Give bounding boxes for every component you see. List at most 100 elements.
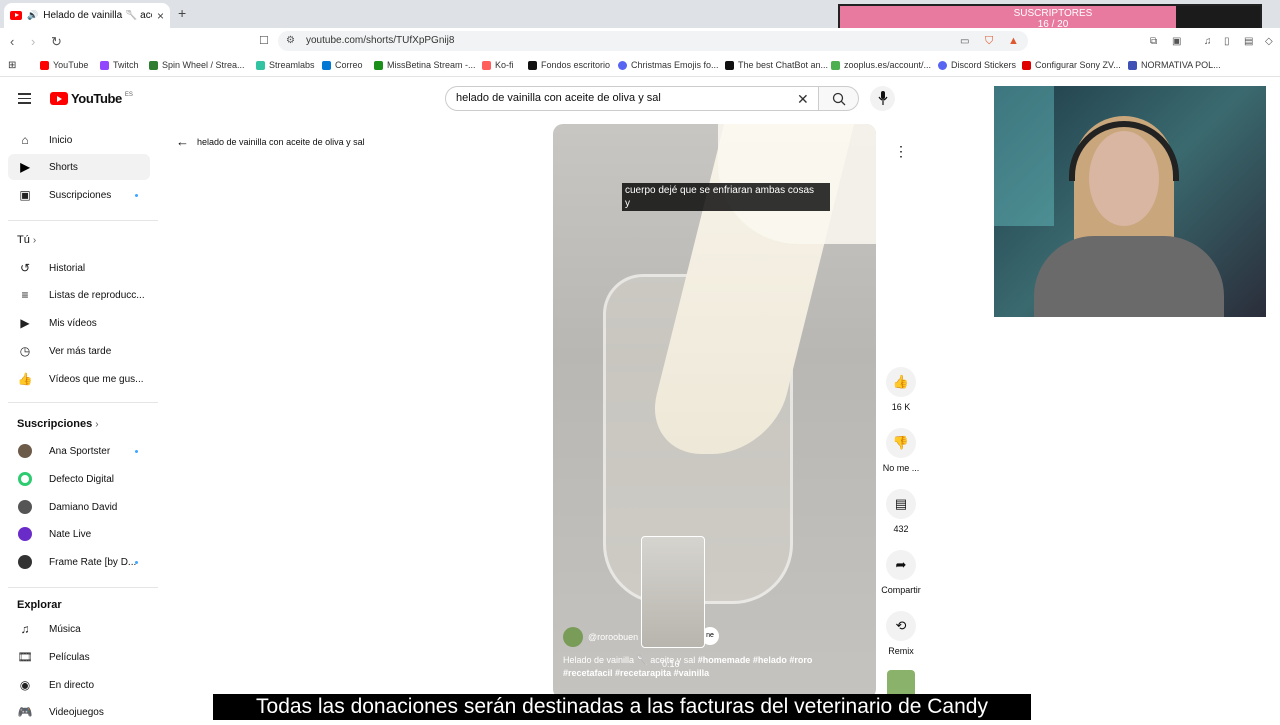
bookmark-sony[interactable]: Configurar Sony ZV...: [1022, 60, 1121, 70]
shorts-icon: ▶: [20, 160, 30, 174]
apps-grid-icon[interactable]: ⊞: [8, 60, 16, 71]
sidebar-item-videojuegos[interactable]: 🎮 Videojuegos: [8, 699, 150, 725]
sidebar-toggle-icon[interactable]: ▯: [1224, 36, 1230, 47]
more-options-button[interactable]: ⋮: [886, 137, 916, 167]
bookmark-icon[interactable]: ☐: [259, 34, 269, 47]
chevron-right-icon: ›: [95, 419, 99, 430]
dislike-button[interactable]: 👎 No me ...: [872, 428, 930, 473]
tab-title: Helado de vainilla 🥄 aceite: [43, 10, 152, 21]
sidebar-item-historial[interactable]: ↺ Historial: [8, 255, 150, 281]
short-video-player[interactable]: cuerpo dejé que se enfriaran ambas cosas…: [553, 124, 876, 699]
forward-arrow-icon[interactable]: ›: [31, 34, 35, 49]
remix-button[interactable]: ⟲ Remix: [872, 611, 930, 656]
avatar: [18, 500, 32, 514]
bookmarks-bar: ⊞ YouTube Twitch Spin Wheel / Strea... S…: [0, 55, 1280, 77]
search-input[interactable]: helado de vainilla con aceite de oliva y…: [456, 92, 661, 104]
channel-handle: @roroobuen: [588, 632, 639, 642]
cast-icon[interactable]: ▭: [960, 36, 969, 47]
kofi-icon: [482, 60, 491, 70]
subscription-nate-live[interactable]: Nate Live: [8, 521, 150, 547]
video-description[interactable]: Helado de vainilla 🥄 aceite y sal #homem…: [563, 654, 853, 680]
subscription-ana-sportster[interactable]: Ana Sportster: [8, 438, 150, 464]
subscription-defecto-digital[interactable]: Defecto Digital: [8, 466, 150, 492]
goal-label: SUSCRIPTORES: [1013, 8, 1093, 19]
browser-tab[interactable]: 🔊 Helado de vainilla 🥄 aceite ×: [4, 3, 170, 28]
comment-icon: ▤: [886, 489, 916, 519]
microphone-icon: [878, 91, 888, 105]
new-content-dot: [135, 449, 138, 453]
bookmark-spin-wheel[interactable]: Spin Wheel / Strea...: [149, 60, 245, 70]
bookmark-missbetina[interactable]: MissBetina Stream -...: [374, 60, 476, 70]
youtube-logo[interactable]: YouTube ES: [50, 91, 133, 106]
bookmark-streamlabs[interactable]: Streamlabs: [256, 60, 315, 70]
thumbs-down-icon: 👎: [886, 428, 916, 458]
sidebar-item-shorts[interactable]: ▶ Shorts: [8, 154, 150, 180]
bookmark-zooplus[interactable]: zooplus.es/account/...: [831, 60, 931, 70]
bookmark-normativa[interactable]: NORMATIVA POL...: [1128, 60, 1221, 70]
headphones-image: [1069, 121, 1179, 181]
sidebar-section-explore: Explorar: [17, 599, 62, 611]
live-icon: ◉: [19, 678, 31, 692]
new-content-dot: [135, 193, 138, 197]
menu-icon[interactable]: ◇: [1265, 36, 1273, 47]
spin-wheel-icon: [149, 60, 158, 70]
sidebar-section-you[interactable]: Tú ›: [17, 234, 36, 246]
sidebar-divider: [8, 402, 158, 403]
like-icon: 👍: [17, 372, 33, 386]
reload-icon[interactable]: ↻: [51, 34, 62, 50]
sidebar-section-subscriptions[interactable]: Suscripciones ›: [17, 418, 99, 430]
bookmark-chatbot[interactable]: The best ChatBot an...: [725, 60, 828, 70]
subscriber-goal-bar: SUSCRIPTORES 16 / 20: [838, 4, 1262, 31]
sidebar-item-musica[interactable]: ♫ Música: [8, 616, 150, 642]
sidebar-item-inicio[interactable]: ⌂ Inicio: [8, 127, 150, 153]
new-tab-button[interactable]: +: [178, 5, 186, 21]
playlist-icon: ≡: [21, 288, 29, 302]
search-button[interactable]: [818, 86, 859, 111]
film-icon: 🎞: [17, 650, 33, 664]
sidebar-item-listas[interactable]: ≡ Listas de reproducc...: [8, 282, 150, 308]
sidebar-item-videos-gustan[interactable]: 👍 Vídeos que me gus...: [8, 366, 150, 392]
sidebar-item-peliculas[interactable]: 🎞 Películas: [8, 644, 150, 670]
outlook-icon: [322, 60, 331, 70]
subscription-frame-rate[interactable]: Frame Rate [by D...: [8, 549, 150, 575]
back-arrow-icon[interactable]: ‹: [10, 34, 14, 49]
url-text[interactable]: youtube.com/shorts/TUfXpPGnij8: [306, 35, 454, 46]
dislike-label: No me ...: [882, 463, 920, 473]
subscription-damiano-david[interactable]: Damiano David: [8, 494, 150, 520]
brave-shield-icon[interactable]: ⛉: [985, 35, 993, 48]
share-button[interactable]: ➦ Compartir: [872, 550, 930, 595]
site-info-icon[interactable]: ⚙: [286, 35, 295, 46]
music-control-icon[interactable]: ♫: [1204, 36, 1212, 47]
bookmark-youtube[interactable]: YouTube: [40, 60, 88, 70]
bookmark-correo[interactable]: Correo: [322, 60, 363, 70]
sidebar-item-suscripciones[interactable]: ▣ Suscripciones: [8, 182, 150, 208]
sidebar-item-ver-mas-tarde[interactable]: ◷ Ver más tarde: [8, 338, 150, 364]
voice-search-button[interactable]: [870, 86, 895, 111]
home-icon: ⌂: [21, 133, 29, 147]
bookmark-christmas-emojis[interactable]: Christmas Emojis fo...: [618, 60, 719, 70]
back-to-search-link[interactable]: ← helado de vainilla con aceite de oliva…: [176, 134, 365, 149]
bookmark-twitch[interactable]: Twitch: [100, 60, 139, 70]
comments-button[interactable]: ▤ 432: [872, 489, 930, 534]
clear-search-icon[interactable]: ✕: [797, 91, 809, 108]
avatar: [18, 444, 32, 458]
sidebar-item-mis-videos[interactable]: ▶ Mis vídeos: [8, 310, 150, 336]
bookmark-discord-stickers[interactable]: Discord Stickers: [938, 60, 1016, 70]
bookmark-kofi[interactable]: Ko-fi: [482, 60, 514, 70]
rewards-icon[interactable]: ▲: [1008, 35, 1019, 47]
extensions-icon[interactable]: ⧉: [1150, 36, 1157, 47]
hamburger-menu-icon[interactable]: [18, 93, 31, 107]
channel-info[interactable]: @roroobuen: [563, 627, 638, 647]
address-bar-row: ‹ › ↻ ☐ ⚙ youtube.com/shorts/TUfXpPGnij8…: [0, 28, 1280, 54]
bookmark-fondos[interactable]: Fondos escritorio: [528, 60, 610, 70]
like-button[interactable]: 👍 16 K: [872, 367, 930, 412]
music-icon: ♫: [20, 622, 30, 636]
video-icon: ▶: [20, 316, 30, 330]
tab-close-button[interactable]: ×: [157, 9, 164, 23]
screenshot-icon[interactable]: ▣: [1172, 36, 1181, 47]
thumbs-up-icon: 👍: [886, 367, 916, 397]
sidebar-item-en-directo[interactable]: ◉ En directo: [8, 672, 150, 698]
wallet-icon[interactable]: ▤: [1244, 36, 1253, 47]
avatar: [18, 555, 32, 569]
region-code: ES: [124, 91, 133, 98]
